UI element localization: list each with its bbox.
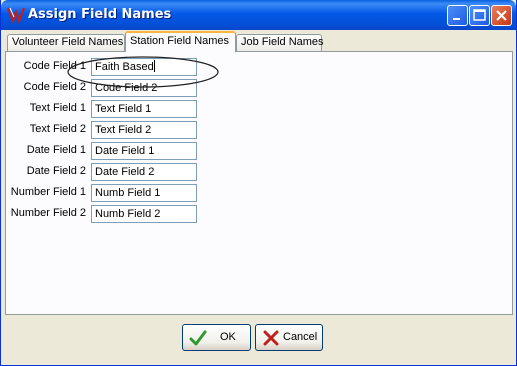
checkmark-icon	[189, 330, 207, 346]
tab-station-field-names[interactable]: Station Field Names	[125, 31, 236, 52]
close-button[interactable]	[491, 5, 512, 26]
date-field-2-input[interactable]: Date Field 2	[91, 163, 197, 181]
minimize-icon	[453, 18, 460, 20]
field-row-date-2: Date Field 2 Date Field 2	[6, 163, 306, 181]
window-title: Assign Field Names	[28, 7, 172, 22]
cancel-label: Cancel	[283, 331, 318, 343]
text-caret	[153, 60, 155, 72]
number-field-1-input[interactable]: Numb Field 1	[91, 184, 197, 202]
number-field-2-input[interactable]: Numb Field 2	[91, 205, 197, 223]
app-logo-icon	[7, 7, 25, 24]
field-row-text-2: Text Field 2 Text Field 2	[6, 121, 306, 139]
code-field-1-input[interactable]: Faith Based	[91, 58, 197, 76]
field-label: Text Field 1	[29, 102, 86, 114]
field-label: Code Field 2	[23, 81, 86, 93]
field-label: Text Field 2	[29, 123, 86, 135]
ok-button[interactable]: OK	[182, 324, 251, 351]
maximize-icon	[473, 9, 486, 21]
text-field-2-input[interactable]: Text Field 2	[91, 121, 197, 139]
minimize-button[interactable]	[447, 5, 468, 26]
field-label: Date Field 2	[26, 165, 86, 177]
x-icon	[263, 330, 279, 346]
assign-field-names-dialog: Assign Field Names Volunteer Field Names…	[0, 0, 517, 366]
field-label: Number Field 1	[10, 186, 86, 198]
date-field-1-input[interactable]: Date Field 1	[91, 142, 197, 160]
maximize-button[interactable]	[469, 5, 490, 26]
field-value: Faith Based	[95, 61, 154, 73]
code-field-2-input[interactable]: Code Field 2	[91, 79, 197, 97]
cancel-button[interactable]: Cancel	[255, 324, 323, 351]
close-icon	[496, 10, 507, 21]
title-bar[interactable]: Assign Field Names	[1, 0, 516, 30]
field-label: Code Field 1	[23, 60, 86, 72]
tab-panel: Code Field 1 Faith Based Code Field 2 Co…	[5, 51, 513, 315]
field-row-number-2: Number Field 2 Numb Field 2	[6, 205, 306, 223]
field-row-number-1: Number Field 1 Numb Field 1	[6, 184, 306, 202]
field-label: Number Field 2	[10, 207, 86, 219]
field-row-text-1: Text Field 1 Text Field 1	[6, 100, 306, 118]
tab-strip: Volunteer Field Names Station Field Name…	[5, 31, 513, 52]
text-field-1-input[interactable]: Text Field 1	[91, 100, 197, 118]
tab-volunteer-field-names[interactable]: Volunteer Field Names	[7, 34, 125, 51]
field-row-code-1: Code Field 1 Faith Based	[6, 58, 306, 76]
field-row-date-1: Date Field 1 Date Field 1	[6, 142, 306, 160]
field-label: Date Field 1	[26, 144, 86, 156]
tab-job-field-names[interactable]: Job Field Names	[236, 34, 324, 51]
ok-label: OK	[220, 331, 236, 343]
field-row-code-2: Code Field 2 Code Field 2	[6, 79, 306, 97]
